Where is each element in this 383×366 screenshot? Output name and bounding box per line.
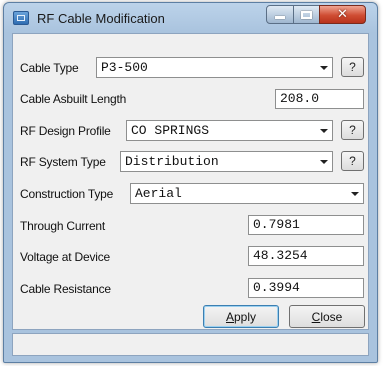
- status-bar: [12, 333, 369, 356]
- asbuilt-length-input[interactable]: 208.0: [275, 89, 364, 109]
- cable-type-help-button[interactable]: ?: [341, 57, 364, 77]
- dialog-body: Cable Type P3-500 ? Cable Asbuilt Length…: [12, 33, 369, 330]
- system-type-select[interactable]: Distribution: [120, 151, 333, 172]
- cable-type-label: Cable Type: [20, 61, 79, 75]
- cable-resistance-field[interactable]: 0.3994: [248, 278, 364, 298]
- close-window-button[interactable]: ✕: [319, 5, 366, 24]
- design-profile-value: CO SPRINGS: [131, 123, 210, 138]
- maximize-button[interactable]: [293, 5, 320, 24]
- chevron-down-icon[interactable]: [315, 121, 332, 140]
- voltage-at-device-label: Voltage at Device: [20, 250, 110, 264]
- chevron-down-icon[interactable]: [315, 152, 332, 171]
- asbuilt-length-label: Cable Asbuilt Length: [20, 92, 127, 106]
- through-current-label: Through Current: [20, 219, 106, 233]
- cable-type-value: P3-500: [101, 60, 148, 75]
- title-bar[interactable]: RF Cable Modification ✕: [4, 3, 377, 33]
- apply-label: pply: [234, 309, 257, 324]
- construction-type-select[interactable]: Aerial: [130, 183, 364, 204]
- close-label: lose: [320, 309, 343, 324]
- design-profile-label: RF Design Profile: [20, 124, 111, 138]
- rf-cable-modification-window: RF Cable Modification ✕ Cable Type P3-50…: [3, 2, 378, 363]
- apply-mnemonic: A: [225, 309, 234, 324]
- chevron-down-icon[interactable]: [346, 184, 363, 203]
- minimize-button[interactable]: [266, 5, 294, 24]
- chevron-down-icon[interactable]: [315, 58, 332, 77]
- design-profile-help-button[interactable]: ?: [341, 120, 364, 140]
- voltage-at-device-field[interactable]: 48.3254: [248, 246, 364, 266]
- apply-button[interactable]: Apply: [203, 305, 279, 328]
- close-mnemonic: C: [311, 309, 321, 324]
- minimize-icon: [275, 16, 285, 19]
- close-button[interactable]: Close: [289, 305, 365, 328]
- system-type-help-button[interactable]: ?: [341, 151, 364, 171]
- construction-type-value: Aerial: [135, 186, 182, 201]
- cable-resistance-label: Cable Resistance: [20, 282, 111, 296]
- system-type-label: RF System Type: [20, 155, 106, 169]
- app-icon: [13, 11, 29, 25]
- close-icon: ✕: [337, 7, 348, 22]
- through-current-field[interactable]: 0.7981: [248, 215, 364, 235]
- maximize-icon: [301, 10, 312, 19]
- construction-type-label: Construction Type: [20, 187, 114, 201]
- window-title: RF Cable Modification: [37, 11, 165, 26]
- system-type-value: Distribution: [125, 154, 219, 169]
- cable-type-select[interactable]: P3-500: [96, 57, 333, 78]
- design-profile-select[interactable]: CO SPRINGS: [126, 120, 333, 141]
